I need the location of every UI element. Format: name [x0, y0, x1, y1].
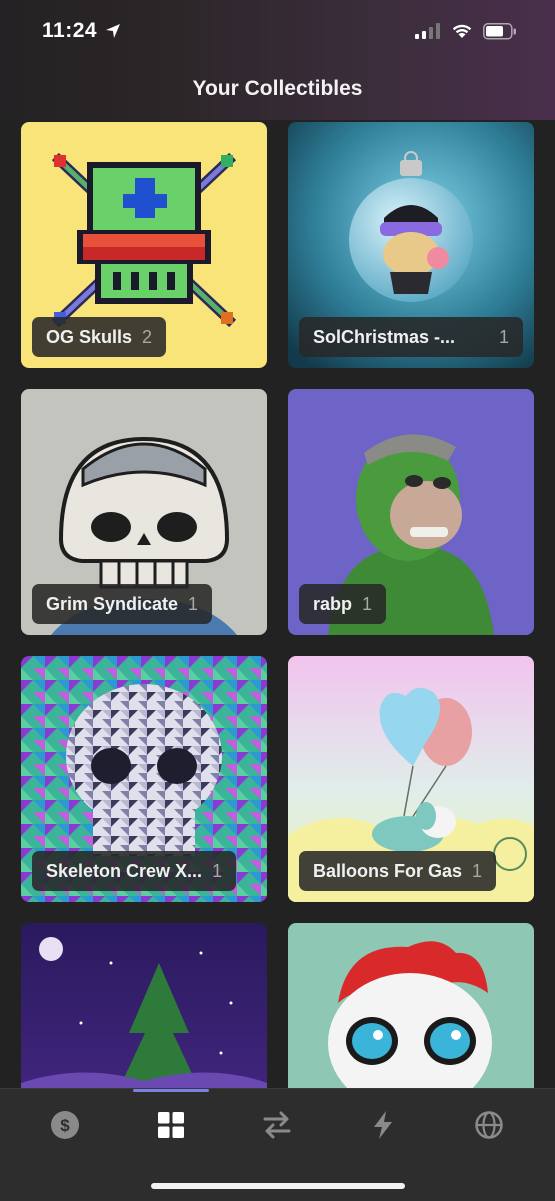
time-text: 11:24 [42, 19, 98, 42]
status-time: 11:24 [42, 19, 121, 43]
collectible-label: OG Skulls 2 [32, 317, 167, 357]
battery-icon [483, 22, 516, 40]
collectible-name: Grim Syndicate [46, 593, 179, 614]
tab-collectibles[interactable] [153, 1107, 189, 1143]
active-tab-indicator [133, 1089, 209, 1092]
collectible-label: rabp 1 [299, 584, 387, 624]
collectible-count: 2 [142, 326, 153, 347]
tab-activity[interactable] [365, 1107, 401, 1143]
location-arrow-icon [106, 24, 121, 38]
wifi-icon [452, 24, 472, 38]
collectible-count: 1 [498, 326, 509, 347]
lightning-icon [374, 1111, 392, 1139]
collectible-label: Balloons For Gas 1 [299, 851, 497, 891]
collectible-name: Balloons For Gas [313, 860, 463, 881]
collectible-card-og-skulls[interactable]: OG Skulls 2 [21, 122, 267, 368]
globe-icon [475, 1111, 503, 1139]
home-indicator[interactable] [151, 1183, 405, 1189]
collectible-label: SolChristmas -... 1 [299, 317, 523, 357]
tab-swap[interactable] [259, 1107, 295, 1143]
page-title: Your Collectibles [192, 77, 363, 100]
collectible-label: Skeleton Crew X... 1 [32, 851, 237, 891]
swap-icon [263, 1111, 291, 1139]
collectible-label: Grim Syndicate 1 [32, 584, 213, 624]
collectible-card-grim-syndicate[interactable]: Grim Syndicate 1 [21, 389, 267, 635]
collectible-name: rabp [313, 593, 353, 614]
collectible-card-rabp[interactable]: rabp 1 [288, 389, 534, 635]
collectible-card-skeleton-crew[interactable]: Skeleton Crew X... 1 [21, 656, 267, 902]
collectible-count: 1 [362, 593, 373, 614]
collectible-card-solchristmas[interactable]: SolChristmas -... 1 [288, 122, 534, 368]
signal-icon [415, 23, 440, 39]
status-bar: 11:24 [0, 0, 555, 62]
tab-wallet[interactable]: $ [47, 1107, 83, 1143]
collectible-name: OG Skulls [46, 326, 133, 347]
collectible-count: 1 [188, 593, 199, 614]
collectible-count: 1 [212, 860, 223, 881]
collectible-name: SolChristmas -... [313, 326, 456, 347]
svg-text:$: $ [60, 1116, 70, 1135]
status-icons [415, 22, 517, 40]
collectible-card-balloons-for-gas[interactable]: Balloons For Gas 1 [288, 656, 534, 902]
dollar-icon: $ [51, 1111, 79, 1139]
collectible-count: 1 [472, 860, 483, 881]
grid-icon [158, 1112, 184, 1138]
collectible-name: Skeleton Crew X... [46, 860, 203, 881]
tab-browser[interactable] [471, 1107, 507, 1143]
